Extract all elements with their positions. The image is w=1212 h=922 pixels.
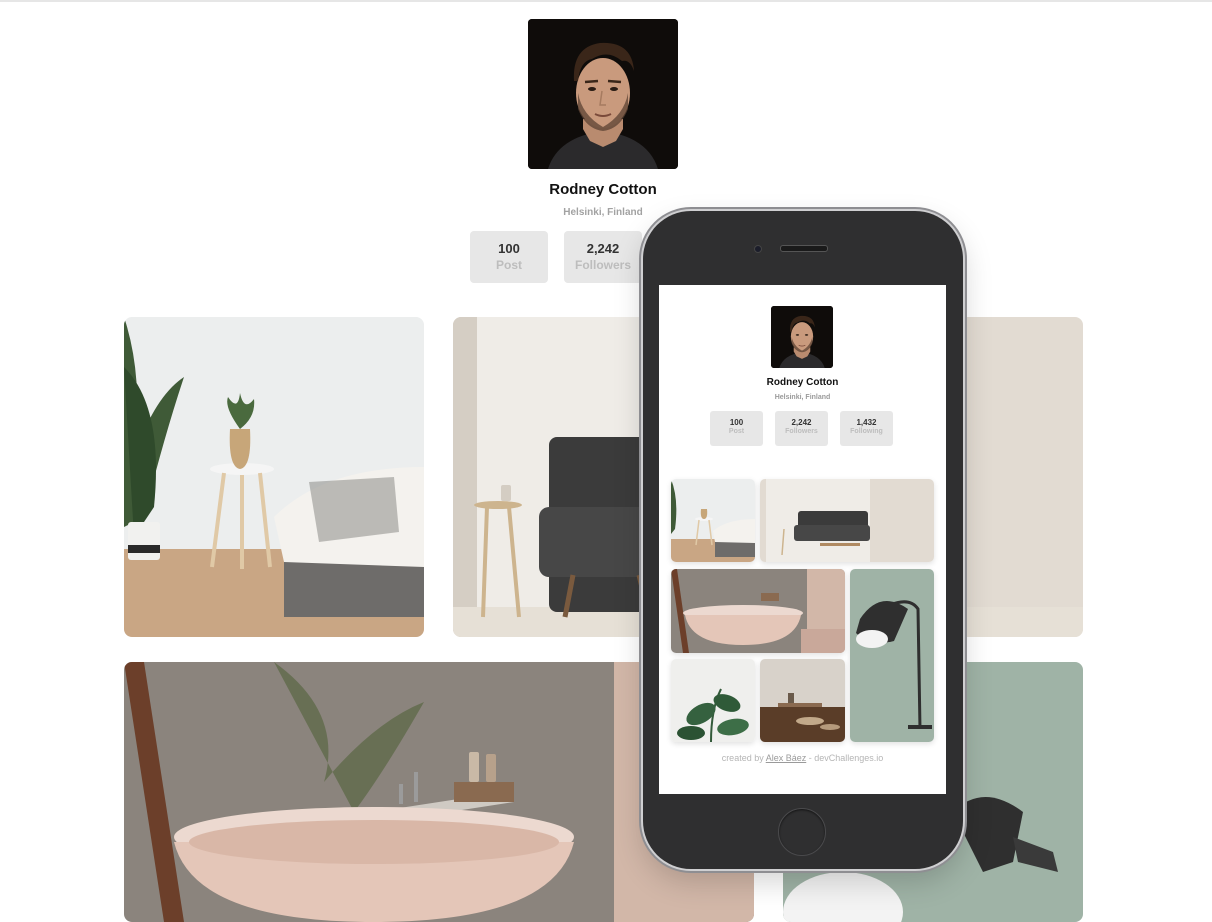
bedroom-scene-image: [124, 317, 424, 637]
mobile-bathroom-image: [671, 569, 845, 653]
profile-avatar: [528, 19, 678, 169]
mobile-stat-followers-label: Followers: [785, 428, 818, 435]
mobile-living-room-image: [760, 479, 934, 562]
mobile-stat-followers[interactable]: 2,242 Followers: [775, 411, 828, 446]
footer-author-link[interactable]: Alex Báez: [766, 753, 807, 763]
mobile-photo-plant[interactable]: [671, 659, 755, 742]
gallery-photo-bedroom[interactable]: [124, 317, 424, 637]
footer-credit: created by Alex Báez - devChallenges.io: [659, 753, 946, 763]
mobile-photo-table[interactable]: [760, 659, 845, 742]
stat-posts-label: Post: [495, 258, 522, 272]
stat-posts[interactable]: 100 Post: [470, 231, 548, 283]
mobile-avatar-portrait: [771, 306, 833, 368]
mobile-plant-image: [671, 659, 755, 742]
mobile-photo-living-room[interactable]: [760, 479, 934, 562]
mobile-lamp-image: [850, 569, 934, 742]
footer-site: devChallenges.io: [814, 753, 884, 763]
mobile-stat-followers-value: 2,242: [791, 418, 812, 427]
footer-prefix: created by: [721, 753, 766, 763]
mobile-stat-following-value: 1,432: [856, 418, 877, 427]
earpiece-speaker-icon: [780, 245, 828, 252]
stat-followers-value: 2,242: [586, 241, 620, 256]
stat-followers-label: Followers: [574, 258, 631, 272]
front-camera-icon: [754, 245, 762, 253]
mobile-bedroom-image: [671, 479, 755, 562]
stat-followers[interactable]: 2,242 Followers: [564, 231, 642, 283]
profile-name: Rodney Cotton: [549, 181, 657, 198]
stat-posts-value: 100: [498, 241, 520, 256]
mobile-photo-lamp[interactable]: [850, 569, 934, 742]
mobile-profile-avatar: [771, 306, 833, 368]
home-button-icon[interactable]: [778, 808, 826, 856]
mobile-stat-following[interactable]: 1,432 Following: [840, 411, 893, 446]
mobile-stat-following-label: Following: [850, 428, 883, 435]
avatar-portrait: [528, 19, 678, 169]
mobile-table-image: [760, 659, 845, 742]
mobile-stat-posts-label: Post: [728, 428, 745, 435]
mobile-profile-location: Helsinki, Finland: [774, 394, 831, 401]
mobile-stat-posts-value: 100: [729, 418, 744, 427]
mobile-photo-bedroom[interactable]: [671, 479, 755, 562]
mobile-photo-bathroom[interactable]: [671, 569, 845, 653]
mobile-profile-name: Rodney Cotton: [766, 377, 839, 388]
top-divider: [0, 0, 1212, 2]
phone-screen: Rodney Cotton Helsinki, Finland 100 Post…: [659, 285, 946, 794]
mobile-stat-posts[interactable]: 100 Post: [710, 411, 763, 446]
